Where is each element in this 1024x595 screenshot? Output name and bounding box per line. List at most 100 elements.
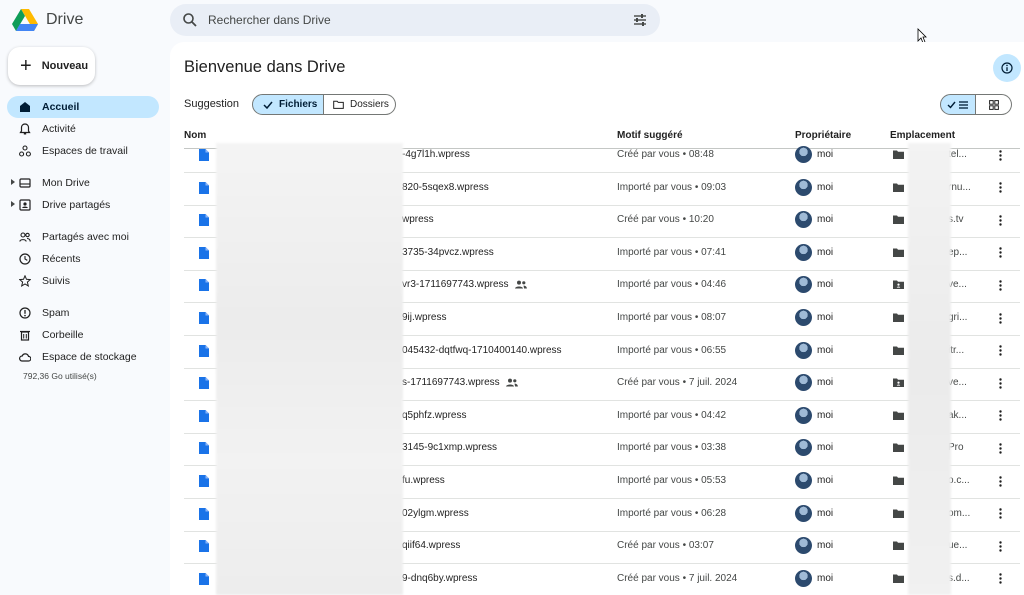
drive-logo[interactable]: Drive: [12, 8, 83, 32]
sidebar-item-mon-drive[interactable]: Mon Drive: [7, 172, 159, 194]
new-button[interactable]: + Nouveau: [8, 47, 95, 85]
sidebar-item-partages-avec-moi[interactable]: Partagés avec moi: [7, 226, 159, 248]
expand-caret-icon[interactable]: [11, 179, 15, 185]
document-icon: [199, 540, 209, 553]
more-actions-button[interactable]: [994, 211, 1006, 229]
document-icon: [199, 312, 209, 324]
sidebar-item-spam[interactable]: Spam: [7, 302, 159, 324]
more-actions-button[interactable]: [994, 537, 1006, 555]
cloud-icon: [19, 353, 31, 362]
more-vert-icon: [998, 377, 1002, 389]
file-location[interactable]: o.c...: [948, 475, 970, 486]
owner-name: moi: [817, 279, 834, 291]
more-vert-icon: [998, 247, 1002, 258]
search-options-icon[interactable]: [632, 12, 648, 28]
folder-icon: [893, 183, 904, 192]
owner-avatar: [795, 569, 812, 587]
shared-folder-icon: [893, 280, 904, 290]
sidebar-item-accueil[interactable]: Accueil: [7, 96, 159, 118]
suggestion-reason: Importé par vous • 03:38: [617, 442, 727, 454]
drive-logo-icon: [12, 8, 38, 31]
sidebar-item-activite[interactable]: Activité: [7, 118, 159, 140]
document-icon: [199, 246, 209, 259]
file-name: qiif64.wpress: [402, 540, 461, 552]
redacted-names-overlay: [216, 143, 403, 595]
more-vert-icon: [998, 475, 1002, 487]
more-actions-button[interactable]: [994, 146, 1006, 164]
suggestion-reason: Importé par vous • 07:41: [617, 246, 727, 258]
more-actions-button[interactable]: [994, 244, 1006, 262]
search-icon[interactable]: [182, 12, 198, 28]
folder-icon: [893, 541, 904, 551]
document-icon: [199, 181, 209, 194]
app-name: Drive: [46, 11, 84, 28]
sidebar-item-recents[interactable]: Récents: [7, 248, 159, 270]
more-actions-button[interactable]: [994, 570, 1006, 588]
document-icon: [199, 572, 209, 585]
file-name: 9-dnq6by.wpress: [402, 572, 478, 584]
folder-icon: [893, 248, 904, 257]
sidebar-item-label: Activité: [42, 123, 76, 135]
file-name: wpress: [402, 214, 434, 226]
document-icon: [199, 442, 209, 455]
more-actions-button[interactable]: [994, 342, 1006, 360]
sidebar-item-label: Suivis: [42, 275, 71, 287]
more-vert-icon: [998, 345, 1002, 356]
search-input[interactable]: [208, 4, 608, 36]
more-vert-icon: [998, 443, 1002, 454]
new-button-label: Nouveau: [41, 60, 89, 72]
suggestion-reason: Importé par vous • 05:53: [617, 475, 727, 486]
sidebar-item-espaces-de-travail[interactable]: Espaces de travail: [7, 140, 159, 162]
more-actions-button[interactable]: [994, 309, 1006, 327]
storage-usage: 792,36 Go utilisé(s): [23, 371, 97, 381]
expand-caret-icon[interactable]: [11, 201, 15, 207]
folder-icon: [893, 313, 904, 322]
owner-name: moi: [817, 572, 834, 584]
sidebar-item-suivis[interactable]: Suivis: [7, 270, 159, 292]
owner-name: moi: [817, 246, 834, 258]
more-actions-button[interactable]: [994, 505, 1006, 523]
more-actions-button[interactable]: [994, 276, 1006, 294]
file-location[interactable]: rnu...: [948, 182, 971, 193]
more-actions-button[interactable]: [994, 179, 1006, 197]
sidebar-item-drive-partages[interactable]: Drive partagés: [7, 194, 159, 216]
owner-avatar: [795, 472, 812, 489]
sidebar-item-label: Accueil: [42, 101, 80, 113]
folder-icon: [893, 574, 904, 583]
folder-icon: [893, 411, 904, 420]
sidebar-item-label: Drive partagés: [42, 199, 111, 211]
document-icon: [199, 507, 209, 520]
people-icon: [19, 232, 31, 242]
sidebar-item-espace-de-stockage[interactable]: Espace de stockage: [7, 346, 159, 368]
document-icon: [199, 279, 209, 292]
folder-icon: [893, 346, 904, 355]
owner-name: moi: [817, 181, 834, 193]
folder-icon: [893, 509, 904, 518]
more-actions-button[interactable]: [994, 439, 1006, 457]
suggestion-reason: Créé par vous • 7 juil. 2024: [617, 377, 738, 389]
file-location[interactable]: s.d...: [948, 573, 970, 584]
file-name: 045432-dqtfwq-1710400140.wpress: [402, 344, 562, 356]
owner-name: moi: [817, 442, 834, 454]
sidebar-item-label: Partagés avec moi: [42, 231, 129, 243]
more-actions-button[interactable]: [994, 407, 1006, 425]
search-bar[interactable]: [170, 4, 660, 36]
owner-avatar: [795, 406, 812, 424]
more-actions-button[interactable]: [994, 472, 1006, 490]
home-icon: [20, 102, 30, 112]
clock-icon: [19, 253, 31, 265]
owner-name: moi: [817, 409, 834, 421]
document-icon: [199, 214, 209, 227]
sidebar-item-corbeille[interactable]: Corbeille: [7, 324, 159, 346]
shared-folder-icon: [893, 378, 904, 388]
owner-avatar: [795, 243, 812, 261]
owner-avatar: [795, 211, 812, 229]
sidebar-item-label: Spam: [42, 307, 70, 319]
owner-name: moi: [817, 149, 834, 160]
more-vert-icon: [998, 149, 1002, 161]
more-actions-button[interactable]: [994, 374, 1006, 392]
star-icon: [19, 275, 31, 287]
owner-avatar: [795, 309, 812, 326]
file-location[interactable]: om...: [948, 508, 970, 519]
more-vert-icon: [998, 508, 1002, 519]
